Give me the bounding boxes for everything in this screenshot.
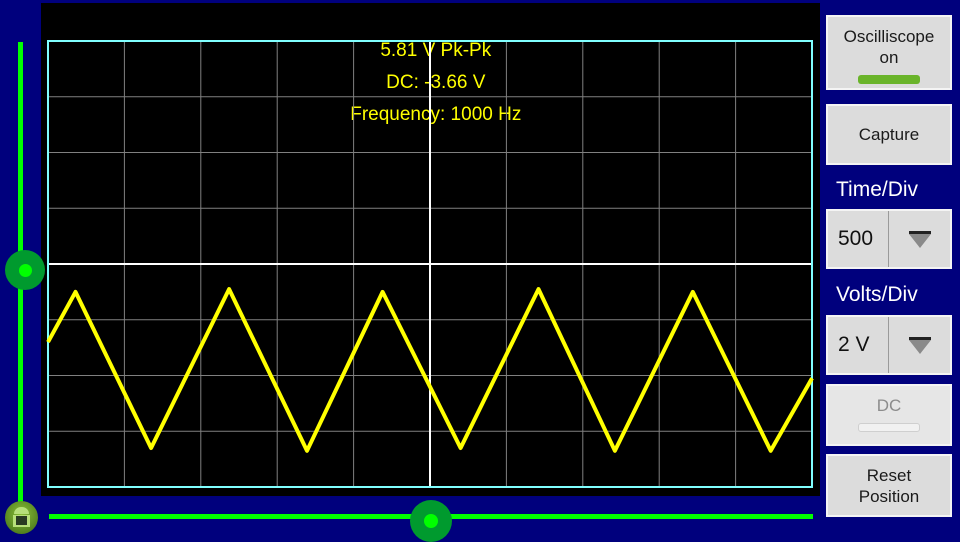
- oscilloscope-toggle-button[interactable]: Oscilliscope on: [826, 15, 952, 90]
- time-div-spinner[interactable]: 500: [826, 209, 952, 269]
- horizontal-slider-thumb[interactable]: [410, 500, 452, 542]
- oscilloscope-label: Oscilliscope: [843, 27, 935, 46]
- toggle-indicator-on: [858, 75, 920, 84]
- toggle-indicator-off: [858, 423, 920, 432]
- time-div-label: Time/Div: [836, 178, 919, 201]
- reset-position-button[interactable]: Reset Position: [826, 454, 952, 517]
- android-head: [14, 507, 29, 514]
- vertical-slider-thumb[interactable]: [5, 250, 45, 290]
- volts-div-spinner[interactable]: 2 V: [826, 315, 952, 375]
- android-screen: [16, 516, 27, 525]
- triangle-down-icon: [909, 234, 931, 248]
- volts-div-value: 2 V: [828, 317, 889, 373]
- capture-button[interactable]: Capture: [826, 104, 952, 165]
- reset-label-line1: Reset: [866, 466, 912, 485]
- horizontal-thumb-dot: [424, 514, 438, 528]
- triangle-down-icon: [909, 340, 931, 354]
- scope-display: [46, 40, 814, 488]
- volts-div-label: Volts/Div: [836, 283, 918, 306]
- dc-toggle-button[interactable]: DC: [826, 384, 952, 446]
- time-div-dropdown[interactable]: [889, 211, 950, 267]
- volts-div-dropdown[interactable]: [889, 317, 950, 373]
- reset-label-line2: Position: [858, 487, 920, 506]
- dc-label: DC: [876, 396, 902, 415]
- vertical-thumb-dot: [19, 264, 32, 277]
- time-div-value: 500: [828, 211, 889, 267]
- android-icon[interactable]: [5, 501, 38, 534]
- oscilloscope-state: on: [879, 48, 899, 67]
